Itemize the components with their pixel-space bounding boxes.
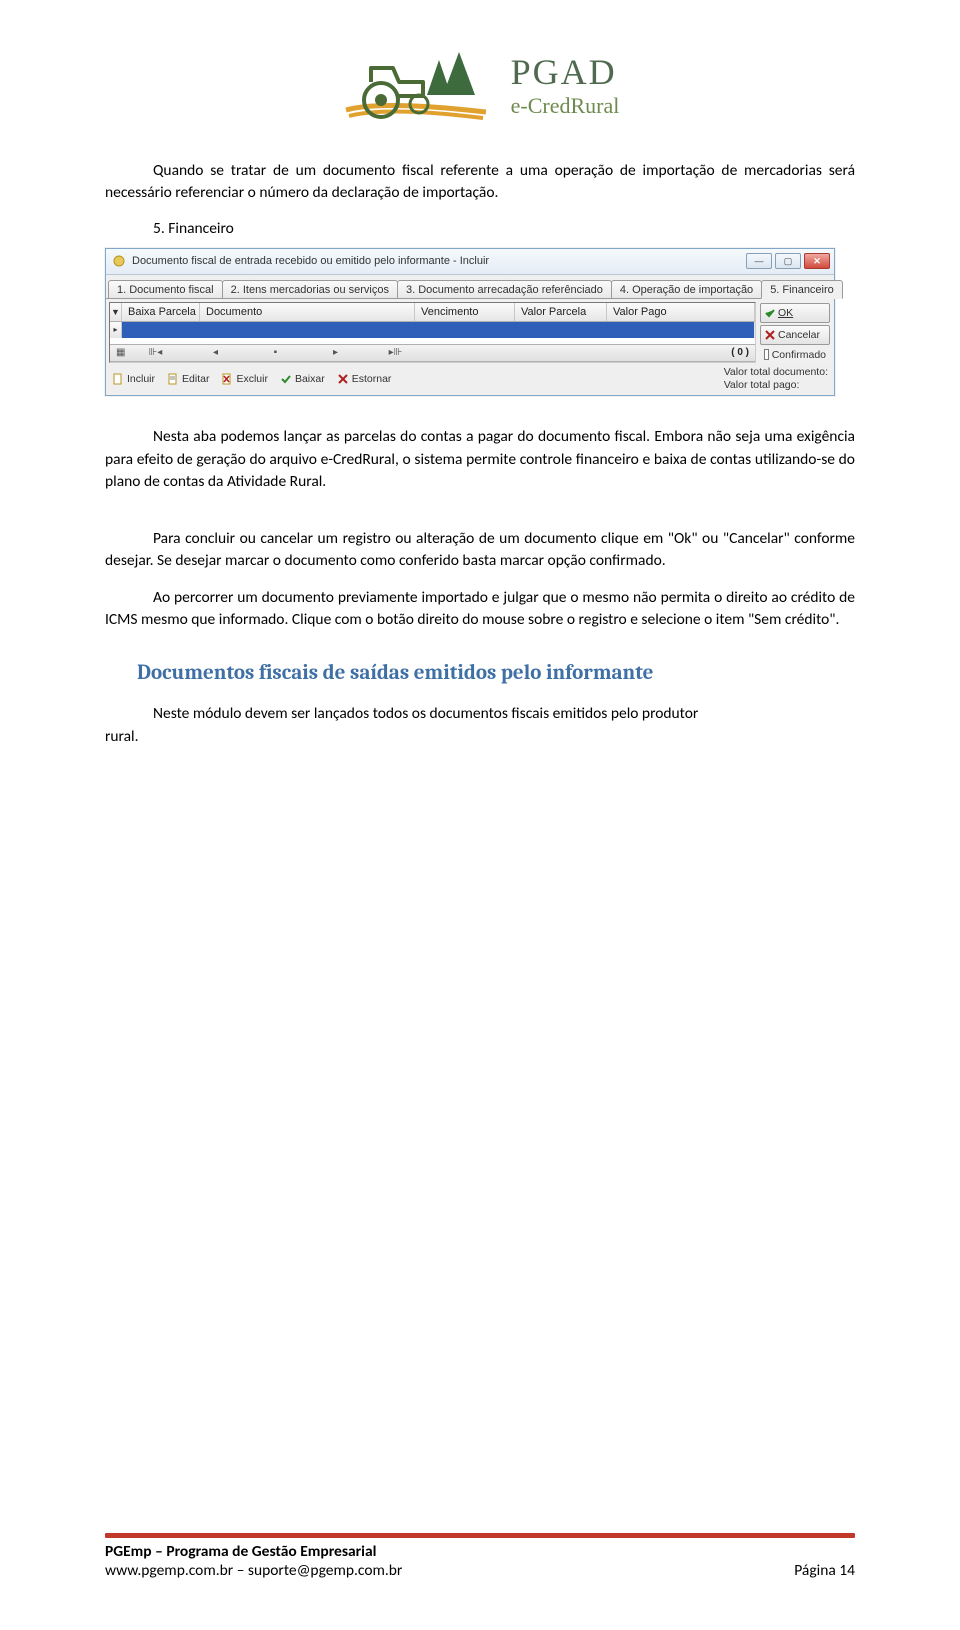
page-footer: PGEmp – Programa de Gestão Empresarial w… [105, 1533, 855, 1580]
brand-subtitle: e-CredRural [511, 93, 620, 119]
col-vencimento[interactable]: Vencimento [415, 303, 515, 321]
excluir-button[interactable]: Excluir [221, 373, 268, 385]
col-valor-pago[interactable]: Valor Pago [607, 303, 755, 321]
estornar-button[interactable]: Estornar [337, 373, 392, 385]
tab-itens-mercadorias[interactable]: 2. Itens mercadorias ou serviços [222, 280, 398, 298]
check-icon [280, 373, 292, 385]
confirmado-checkbox[interactable]: Confirmado [760, 347, 830, 363]
checkbox-icon [764, 349, 769, 360]
row-cursor-icon: ▸ [110, 322, 122, 338]
data-grid: ▼ Baixa Parcela Documento Vencimento Val… [109, 302, 756, 363]
paragraph: Ao percorrer um documento previamente im… [105, 587, 855, 632]
table-row[interactable]: ▸ [110, 322, 755, 338]
paragraph: Para concluir ou cancelar um registro ou… [105, 528, 855, 573]
brand-header: PGAD e-CredRural [105, 40, 855, 130]
check-icon [765, 308, 775, 318]
minimize-button[interactable]: — [746, 253, 772, 269]
cancel-button[interactable]: Cancelar [760, 325, 830, 345]
total-pago-label: Valor total pago: [724, 379, 828, 392]
page-number: Página 14 [794, 1561, 855, 1580]
nav-stop-button[interactable]: ▪ [245, 347, 305, 358]
excluir-label: Excluir [236, 373, 268, 385]
footer-company: PGEmp – Programa de Gestão Empresarial [105, 1542, 855, 1561]
row-marker-header: ▼ [110, 303, 122, 321]
tab-bar: 1. Documento fiscal 2. Itens mercadorias… [106, 275, 834, 299]
record-count: ( 0 ) [731, 347, 749, 358]
record-navigator: ▦ ⊪◂ ◂ ▪ ▸ ▸⊪ ( 0 ) [110, 344, 755, 362]
document-edit-icon [167, 373, 179, 385]
document-new-icon [112, 373, 124, 385]
tab-financeiro[interactable]: 5. Financeiro [761, 280, 843, 299]
cancel-button-label: Cancelar [778, 329, 820, 341]
ok-button[interactable]: OK [760, 303, 830, 323]
totals-block: Valor total documento: Valor total pago: [724, 366, 828, 392]
incluir-label: Incluir [127, 373, 155, 385]
ok-button-label: OK [778, 307, 793, 319]
nav-first-button[interactable]: ⊪◂ [125, 347, 185, 358]
paragraph: Nesta aba podemos lançar as parcelas do … [105, 426, 855, 493]
tab-operacao-importacao[interactable]: 4. Operação de importação [611, 280, 762, 298]
close-button[interactable]: ✕ [804, 253, 830, 269]
section-heading: Documentos fiscais de saídas emitidos pe… [137, 661, 855, 685]
list-item-financeiro: 5. Financeiro [153, 219, 855, 238]
paragraph-text: rural. [105, 727, 139, 746]
incluir-button[interactable]: Incluir [112, 373, 155, 385]
paragraph-text: Neste módulo devem ser lançados todos os… [153, 704, 698, 723]
baixar-button[interactable]: Baixar [280, 373, 325, 385]
brand-title: PGAD [511, 51, 620, 93]
paragraph: Neste módulo devem ser lançados todos os… [105, 703, 855, 748]
nav-prev-button[interactable]: ◂ [185, 347, 245, 358]
paragraph: Quando se tratar de um documento fiscal … [105, 160, 855, 205]
nav-grid-icon[interactable]: ▦ [116, 347, 125, 358]
tractor-logo-icon [341, 40, 491, 130]
col-baixa-parcela[interactable]: Baixa Parcela [122, 303, 200, 321]
side-action-panel: OK Cancelar Confirmado [756, 299, 834, 363]
tab-documento-arrecadacao[interactable]: 3. Documento arrecadação referênciado [397, 280, 612, 298]
app-icon [112, 254, 126, 268]
total-documento-label: Valor total documento: [724, 366, 828, 379]
x-icon [337, 373, 349, 385]
nav-last-button[interactable]: ▸⊪ [365, 347, 425, 358]
x-icon [765, 330, 775, 340]
window-title: Documento fiscal de entrada recebido ou … [132, 255, 743, 267]
baixar-label: Baixar [295, 373, 325, 385]
col-documento[interactable]: Documento [200, 303, 415, 321]
estornar-label: Estornar [352, 373, 392, 385]
editar-label: Editar [182, 373, 209, 385]
nav-next-button[interactable]: ▸ [305, 347, 365, 358]
maximize-button[interactable]: ▢ [775, 253, 801, 269]
document-delete-icon [221, 373, 233, 385]
col-valor-parcela[interactable]: Valor Parcela [515, 303, 607, 321]
footer-contact: www.pgemp.com.br – suporte@pgemp.com.br [105, 1561, 402, 1580]
app-window: Documento fiscal de entrada recebido ou … [105, 248, 835, 396]
footer-divider [105, 1533, 855, 1538]
confirmado-label: Confirmado [772, 349, 826, 361]
editar-button[interactable]: Editar [167, 373, 209, 385]
titlebar: Documento fiscal de entrada recebido ou … [106, 249, 834, 275]
tab-documento-fiscal[interactable]: 1. Documento fiscal [108, 280, 223, 298]
bottom-toolbar: Incluir Editar Excluir Baixar Estornar V… [106, 363, 834, 395]
